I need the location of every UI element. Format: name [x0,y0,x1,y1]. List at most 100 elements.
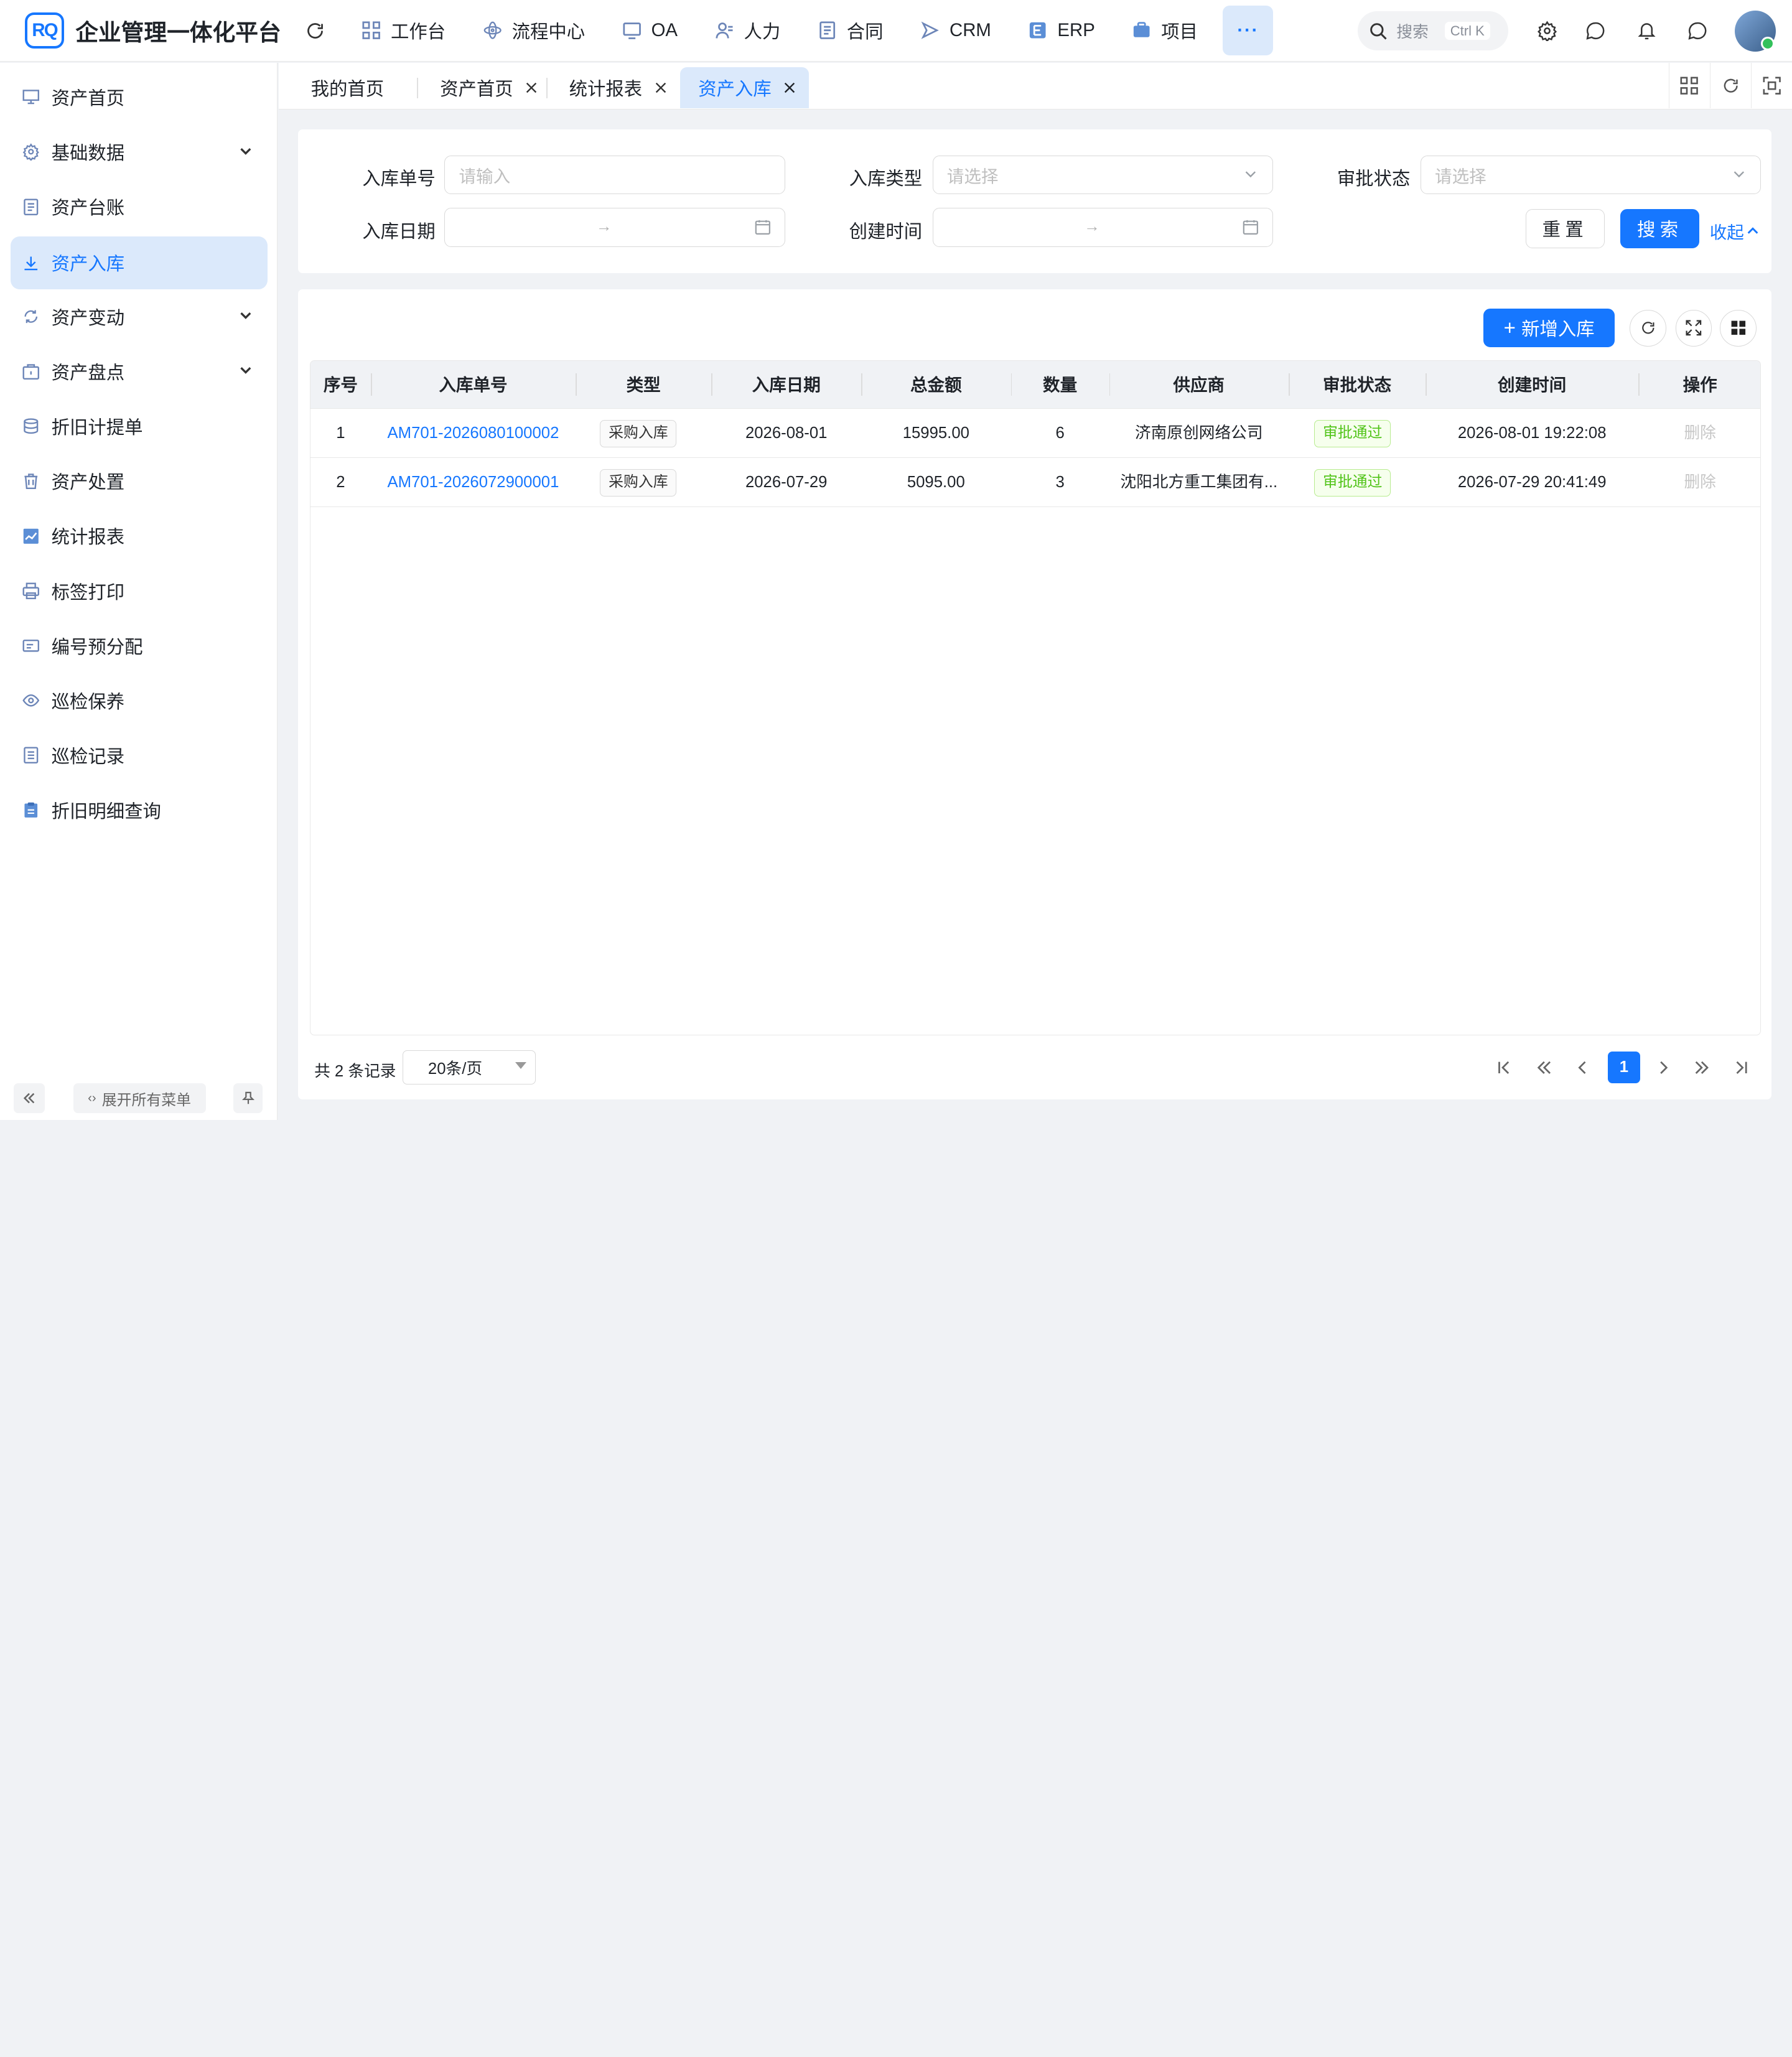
sidebar-item-reports[interactable]: 统计报表 [11,510,268,562]
sidebar-item-asset-inbound[interactable]: 资产入库 [10,236,268,289]
page-size-select[interactable]: 20条/页 [402,1050,536,1085]
tabs-grid-icon[interactable] [1668,63,1710,109]
add-inbound-button[interactable]: + 新增入库 [1483,308,1615,348]
nav-item-process[interactable]: 流程中心 [464,6,603,56]
close-icon[interactable] [654,81,668,95]
next-five-pages-icon[interactable] [1686,1052,1717,1083]
refresh-icon[interactable] [304,19,327,42]
briefcase-icon [1132,21,1152,41]
order-no-input[interactable]: 请输入 [444,155,785,195]
expand-icon[interactable] [1675,309,1712,347]
inbound-table: 序号 入库单号 类型 入库日期 总金额 数量 供应商 审批状态 创建时间 操作 … [309,360,1762,1036]
add-inbound-label: 新增入库 [1521,319,1595,340]
tab-label: 资产入库 [698,79,772,100]
dashboard-icon [22,88,40,106]
pin-icon[interactable] [233,1083,263,1113]
person-icon [714,21,735,41]
first-page-icon[interactable] [1488,1052,1519,1083]
sidebar-item-label: 资产盘点 [51,362,125,383]
nav-item-crm[interactable]: CRM [902,6,1009,56]
sidebar-item-asset-home[interactable]: 资产首页 [11,71,268,123]
status-badge: 审批通过 [1314,419,1391,447]
global-search[interactable]: 搜索 Ctrl K [1357,11,1509,50]
col-order-no: 入库单号 [439,375,508,394]
tab-asset-inbound[interactable]: 资产入库 [679,67,810,109]
nav-item-contract[interactable]: 合同 [799,6,902,56]
order-no-placeholder: 请输入 [459,167,511,186]
chevron-down-icon [240,147,251,155]
nav-item-oa[interactable]: OA [603,6,696,56]
filter-panel: 入库单号 请输入 入库类型 请选择 审批状态 请选择 入库日期 → 创建时间 →… [298,129,1771,273]
date-range-picker[interactable]: → [444,208,785,247]
app-root: RQ 企业管理一体化平台 工作台 流程中心 OA 人力 合同 CRM ERP 项… [0,0,1792,1120]
created-range-picker[interactable]: → [932,208,1274,247]
sidebar-item-number-prealloc[interactable]: 编号预分配 [11,619,268,671]
delete-link[interactable]: 删除 [1638,409,1760,458]
cell-created: 2026-08-01 19:22:08 [1457,424,1607,442]
logo[interactable]: RQ 企业管理一体化平台 [25,12,281,49]
current-page-button[interactable]: 1 [1608,1051,1640,1084]
sidebar-item-inspection[interactable]: 巡检保养 [11,674,268,727]
chevron-up-icon [1748,227,1758,234]
column-settings-icon[interactable] [1720,309,1757,347]
sidebar-item-depreciation-detail[interactable]: 折旧明细查询 [11,784,268,836]
nav-item-hr[interactable]: 人力 [696,6,798,56]
close-icon[interactable] [783,81,796,95]
cell-date: 2026-07-29 [745,473,828,491]
type-select[interactable]: 请选择 [932,155,1274,195]
sidebar-item-asset-inventory[interactable]: 资产盘点 [11,345,268,398]
collapse-filters-link[interactable]: 收起 [1710,218,1760,243]
cell-order-no-link[interactable]: AM701-2026080100002 [371,409,576,458]
tab-my-home[interactable]: 我的首页 [311,67,385,108]
tab-label: 我的首页 [310,79,385,100]
status-select[interactable]: 请选择 [1421,155,1762,195]
reset-button[interactable]: 重置 [1525,209,1605,248]
tab-divider [546,77,548,98]
bell-icon[interactable] [1635,19,1658,42]
close-icon[interactable] [525,81,538,95]
sidebar-item-label: 资产变动 [51,307,125,329]
printer-icon [22,582,40,600]
expand-all-menus-button[interactable]: ‹› 展开所有菜单 [73,1083,206,1113]
last-page-icon[interactable] [1725,1052,1757,1083]
tab-reports[interactable]: 统计报表 [569,67,672,108]
message-icon[interactable] [1686,19,1709,42]
sidebar-item-label-print[interactable]: 标签打印 [11,564,268,617]
sidebar-item-disposal[interactable]: 资产处置 [11,455,268,507]
chat-icon[interactable] [1584,19,1607,42]
tab-asset-home[interactable]: 资产首页 [440,67,543,108]
table-header: 序号 入库单号 类型 入库日期 总金额 数量 供应商 审批状态 创建时间 操作 [310,360,1761,409]
tab-label: 资产首页 [440,79,513,100]
more-button[interactable]: ··· [1223,5,1274,56]
app-title: 企业管理一体化平台 [75,20,281,46]
prev-five-pages-icon[interactable] [1528,1052,1560,1083]
sidebar-item-asset-ledger[interactable]: 资产台账 [11,180,268,233]
table-refresh-icon[interactable] [1630,309,1666,347]
cell-index: 2 [336,473,345,491]
tabs-refresh-icon[interactable] [1709,63,1751,109]
prev-page-icon[interactable] [1567,1052,1598,1083]
sidebar-item-label: 统计报表 [51,527,125,548]
search-button[interactable]: 搜索 [1620,209,1700,248]
flow-icon [482,21,503,41]
sidebar-item-asset-change[interactable]: 资产变动 [11,291,268,343]
nav-item-erp[interactable]: ERP [1009,6,1113,56]
search-shortcut: Ctrl K [1444,21,1490,40]
gear-icon[interactable] [1536,19,1559,42]
nav-item-workbench[interactable]: 工作台 [343,6,464,56]
type-tag: 采购入库 [600,469,677,497]
erp-icon [1028,21,1048,41]
delete-link[interactable]: 删除 [1638,458,1760,507]
sidebar-item-inspection-records[interactable]: 巡检记录 [11,729,268,781]
sidebar-item-depreciation[interactable]: 折旧计提单 [11,400,268,452]
order-no-label: 入库单号 [362,169,436,190]
sidebar-item-basic-data[interactable]: 基础数据 [11,126,268,178]
fullscreen-icon[interactable] [1750,63,1792,109]
card-icon [22,637,40,655]
sidebar-item-label: 巡检保养 [51,691,125,712]
nav-item-project[interactable]: 项目 [1113,6,1216,56]
chevron-down-icon [1245,171,1256,178]
collapse-sidebar-icon[interactable] [14,1083,45,1113]
next-page-icon[interactable] [1647,1052,1679,1083]
cell-order-no-link[interactable]: AM701-2026072900001 [371,458,576,507]
